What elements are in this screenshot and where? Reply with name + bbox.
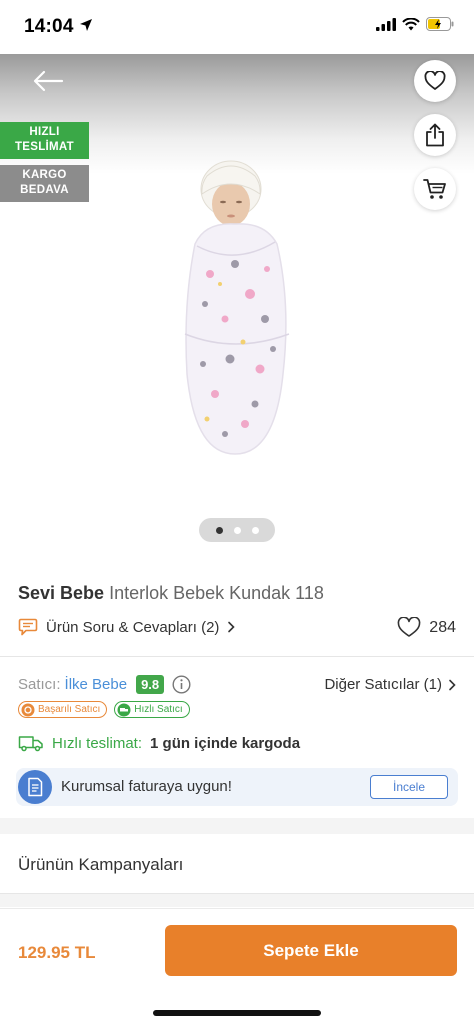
- heart-outline-icon: [397, 617, 421, 637]
- cellular-signal-icon: [376, 17, 396, 31]
- medal-icon: [21, 703, 35, 716]
- home-indicator[interactable]: [153, 1010, 321, 1016]
- share-icon: [426, 123, 444, 147]
- wifi-icon: [402, 17, 420, 30]
- chevron-right-icon: [228, 621, 236, 633]
- location-arrow-icon: [80, 19, 92, 31]
- product-image-area[interactable]: HIZLI TESLİMAT KARGO BEDAVA: [0, 54, 474, 554]
- truck-icon: [117, 703, 131, 716]
- fast-delivery-badge: HIZLI TESLİMAT: [0, 122, 89, 159]
- questions-answers-label: Ürün Soru & Cevapları (2): [46, 618, 220, 636]
- other-sellers-link[interactable]: Diğer Satıcılar (1): [324, 676, 456, 693]
- cart-button[interactable]: [414, 168, 456, 210]
- delivery-truck-icon: [18, 736, 43, 752]
- other-sellers-label: Diğer Satıcılar (1): [324, 676, 442, 693]
- divider: [0, 656, 474, 657]
- battery-charging-icon: [426, 17, 454, 31]
- fast-delivery-value: 1 gün içinde kargoda: [150, 734, 301, 752]
- questions-answers-link[interactable]: Ürün Soru & Cevapları (2): [18, 618, 236, 636]
- back-arrow-icon[interactable]: [30, 66, 66, 96]
- chevron-right-icon: [449, 679, 456, 690]
- carousel-dot[interactable]: [251, 526, 259, 534]
- seller-name-link[interactable]: İlke Bebe: [65, 676, 128, 693]
- inspect-button[interactable]: İncele: [370, 775, 448, 799]
- invoice-icon: [18, 770, 52, 804]
- bottom-bar: 129.95 TL Sepete Ekle: [0, 908, 474, 1024]
- product-name: Interlok Bebek Kundak 118: [109, 583, 324, 603]
- section-separator: [0, 893, 474, 907]
- corporate-invoice-text: Kurumsal faturaya uygun!: [61, 778, 232, 795]
- share-button[interactable]: [414, 114, 456, 156]
- product-brand[interactable]: Sevi Bebe: [18, 583, 104, 603]
- fast-seller-tag: Hızlı Satıcı: [114, 701, 190, 718]
- seller-label: Satıcı:: [18, 676, 61, 693]
- favorite-count[interactable]: 284: [397, 617, 456, 638]
- price: 129.95 TL: [18, 943, 96, 962]
- fast-seller-label: Hızlı Satıcı: [134, 704, 183, 715]
- successful-seller-tag: Başarılı Satıcı: [18, 701, 108, 718]
- heart-icon: [424, 71, 446, 90]
- section-separator: [0, 818, 474, 834]
- fast-delivery-label: Hızlı teslimat:: [52, 734, 143, 752]
- fast-delivery-row: Hızlı teslimat: 1 gün içinde kargoda: [18, 734, 300, 752]
- corporate-invoice-banner: Kurumsal faturaya uygun! İncele: [16, 768, 458, 806]
- product-photo: [184, 160, 290, 455]
- chat-bubble-icon: [18, 618, 38, 636]
- seller-tags: Başarılı Satıcı Hızlı Satıcı: [18, 701, 190, 718]
- add-to-cart-button[interactable]: Sepete Ekle: [165, 925, 457, 976]
- carousel-dot[interactable]: [233, 526, 241, 534]
- carousel-dot[interactable]: [215, 526, 223, 534]
- free-shipping-badge: KARGO BEDAVA: [0, 165, 89, 202]
- info-icon[interactable]: [172, 675, 191, 694]
- favorite-count-value: 284: [429, 618, 456, 636]
- product-title: Sevi Bebe Interlok Bebek Kundak 118: [18, 583, 324, 604]
- status-bar: 14:04: [0, 0, 474, 54]
- seller-row: Satıcı: İlke Bebe 9.8: [18, 675, 191, 694]
- status-icons: [376, 17, 454, 31]
- carousel-dots: [199, 518, 275, 542]
- status-time: 14:04: [24, 16, 74, 37]
- successful-seller-label: Başarılı Satıcı: [38, 704, 101, 715]
- shopping-cart-icon: [423, 179, 446, 199]
- seller-score-badge: 9.8: [136, 675, 165, 694]
- campaigns-title[interactable]: Ürünün Kampanyaları: [18, 855, 183, 875]
- favorite-button[interactable]: [414, 60, 456, 102]
